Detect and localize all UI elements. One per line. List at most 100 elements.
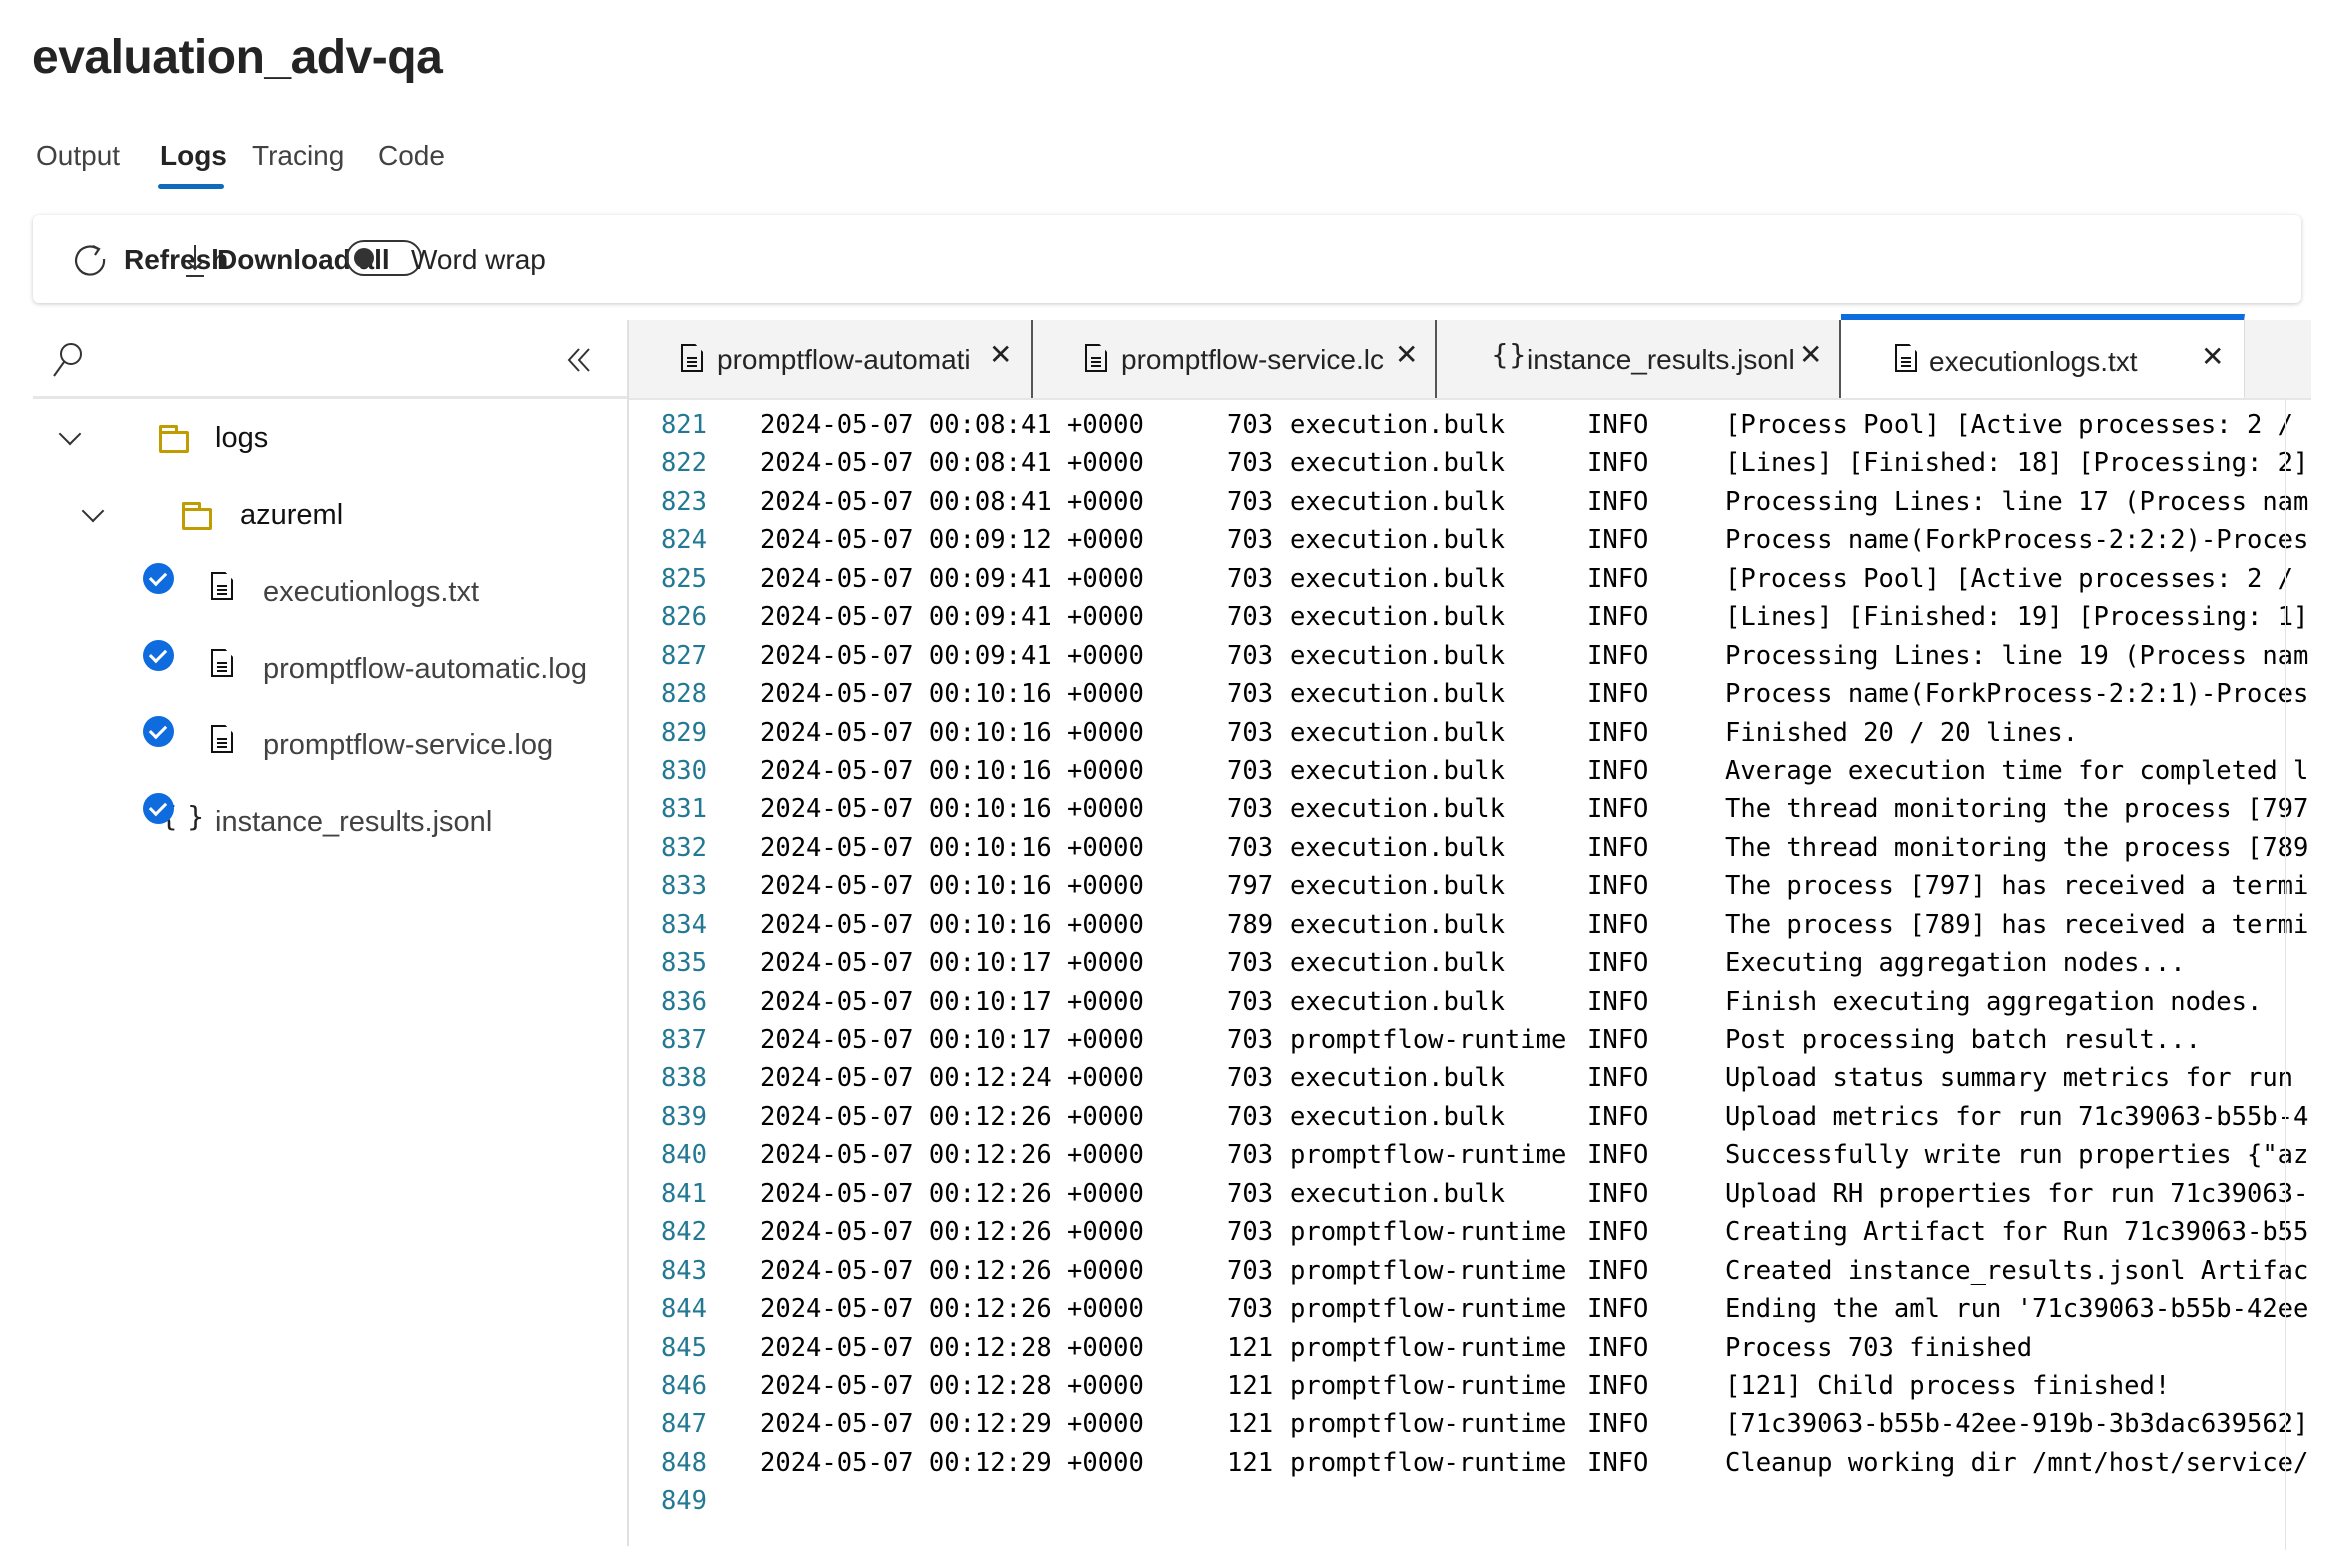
tree-label: promptflow-automatic.log <box>263 653 587 685</box>
checkbox-checked-icon[interactable] <box>143 640 174 671</box>
log-line: 836 2024-05-07 00:10:17 +0000 703 execution… <box>629 983 2313 1021</box>
log-level: INFO <box>1587 410 1649 440</box>
line-number: 828 <box>660 679 707 710</box>
log-line: 823 2024-05-07 00:08:41 +0000 703 execution… <box>629 483 2313 521</box>
line-number: 834 <box>660 909 707 940</box>
log-logger: promptflow-runtime <box>1290 1332 1567 1363</box>
log-pid: 703 <box>1227 755 1274 786</box>
log-level: INFO <box>1587 909 1649 940</box>
log-logger: execution.bulk <box>1290 948 1505 979</box>
log-logger: execution.bulk <box>1290 448 1505 479</box>
log-logger: promptflow-runtime <box>1290 1409 1567 1440</box>
log-message: [Process Pool] [Active processes: 2 / <box>1725 410 2294 440</box>
log-logger: execution.bulk <box>1290 563 1505 594</box>
editor-tab-promptflow-automatic[interactable]: promptflow-automati ✕ <box>629 320 1033 398</box>
log-logger: execution.bulk <box>1290 832 1505 863</box>
log-line: 832 2024-05-07 00:10:16 +0000 703 execution… <box>629 829 2313 867</box>
log-logger: execution.bulk <box>1290 1063 1505 1094</box>
log-pid: 121 <box>1227 1409 1274 1440</box>
log-timestamp: 2024-05-07 00:10:16 +0000 <box>760 679 1144 710</box>
line-number: 826 <box>660 602 707 633</box>
close-icon[interactable]: ✕ <box>1395 338 1418 371</box>
log-pid: 703 <box>1227 448 1274 479</box>
log-message: Upload metrics for run 71c39063-b55b-4 <box>1725 1101 2309 1132</box>
line-number: 831 <box>660 794 707 825</box>
log-logger: execution.bulk <box>1290 755 1505 786</box>
editor-tab-promptflow-service[interactable]: promptflow-service.lc ✕ <box>1033 320 1437 398</box>
log-pid: 703 <box>1227 525 1274 556</box>
log-message: Average execution time for completed l <box>1725 755 2309 786</box>
log-logger: execution.bulk <box>1290 640 1505 671</box>
log-logger: promptflow-runtime <box>1290 1140 1567 1171</box>
editor-tab-bar: promptflow-automati ✕ promptflow-service… <box>629 314 2311 400</box>
chevron-down-icon[interactable] <box>58 422 82 446</box>
log-level: INFO <box>1587 832 1649 863</box>
log-timestamp: 2024-05-07 00:10:16 +0000 <box>760 717 1144 748</box>
refresh-label: Refresh <box>124 244 229 275</box>
line-number: 827 <box>660 640 707 671</box>
tab-tracing[interactable]: Tracing <box>252 140 344 172</box>
log-message: Upload status summary metrics for run <box>1725 1063 2294 1094</box>
log-viewer[interactable]: 821 2024-05-07 00:08:41 +0000 703 execution… <box>629 398 2313 1550</box>
log-line: 845 2024-05-07 00:12:28 +0000 121 promptflo… <box>629 1329 2313 1367</box>
log-logger: execution.bulk <box>1290 1101 1505 1132</box>
line-number: 833 <box>660 871 707 902</box>
log-line: 822 2024-05-07 00:08:41 +0000 703 execution… <box>629 444 2313 482</box>
close-icon[interactable]: ✕ <box>1799 338 1822 371</box>
log-message: Process 703 finished <box>1725 1332 2033 1363</box>
log-logger: execution.bulk <box>1290 717 1505 748</box>
log-message: The thread monitoring the process [797 <box>1725 794 2309 825</box>
log-line: 829 2024-05-07 00:10:16 +0000 703 execution… <box>629 714 2313 752</box>
file-icon <box>211 725 233 753</box>
log-line: 838 2024-05-07 00:12:24 +0000 703 execution… <box>629 1059 2313 1097</box>
log-pid: 703 <box>1227 563 1274 594</box>
log-message: Executing aggregation nodes... <box>1725 948 2186 979</box>
close-icon[interactable]: ✕ <box>989 338 1012 371</box>
log-message: The process [789] has received a termi <box>1725 909 2309 940</box>
tab-code[interactable]: Code <box>378 140 445 172</box>
log-timestamp: 2024-05-07 00:08:41 +0000 <box>760 410 1144 440</box>
log-timestamp: 2024-05-07 00:10:17 +0000 <box>760 986 1144 1017</box>
editor-tab-executionlogs[interactable]: executionlogs.txt ✕ <box>1841 314 2245 398</box>
line-number: 841 <box>660 1178 707 1209</box>
checkbox-checked-icon[interactable] <box>143 716 174 747</box>
editor-tab-label: promptflow-automati <box>717 344 971 375</box>
close-icon[interactable]: ✕ <box>2201 340 2224 373</box>
file-icon <box>211 649 233 677</box>
chevron-down-icon[interactable] <box>81 499 105 523</box>
log-pid: 703 <box>1227 717 1274 748</box>
editor-tab-instance-results[interactable]: {} instance_results.jsonl ✕ <box>1437 320 1841 398</box>
log-timestamp: 2024-05-07 00:12:28 +0000 <box>760 1332 1144 1363</box>
page-title: evaluation_adv-qa <box>32 31 443 84</box>
search-icon[interactable] <box>50 340 86 378</box>
log-timestamp: 2024-05-07 00:08:41 +0000 <box>760 448 1144 479</box>
log-message: Ending the aml run '71c39063-b55b-42ee <box>1725 1294 2309 1325</box>
log-level: INFO <box>1587 1371 1649 1401</box>
log-timestamp: 2024-05-07 00:12:29 +0000 <box>760 1447 1144 1478</box>
log-timestamp: 2024-05-07 00:12:29 +0000 <box>760 1409 1144 1440</box>
log-level: INFO <box>1587 1217 1649 1248</box>
file-icon <box>1895 344 1917 372</box>
log-timestamp: 2024-05-07 00:12:26 +0000 <box>760 1178 1144 1209</box>
toggle-knob <box>354 248 374 268</box>
log-timestamp: 2024-05-07 00:12:26 +0000 <box>760 1140 1144 1171</box>
log-line: 830 2024-05-07 00:10:16 +0000 703 execution… <box>629 752 2313 790</box>
log-level: INFO <box>1587 755 1649 786</box>
log-message: Cleanup working dir /mnt/host/service/ <box>1725 1447 2309 1478</box>
checkbox-checked-icon[interactable] <box>143 563 174 594</box>
log-line: 828 2024-05-07 00:10:16 +0000 703 execution… <box>629 675 2313 713</box>
editor-tab-label: executionlogs.txt <box>1929 346 2138 377</box>
log-level: INFO <box>1587 1101 1649 1132</box>
line-number: 844 <box>660 1294 707 1325</box>
checkbox-checked-icon[interactable] <box>143 793 174 824</box>
log-level: INFO <box>1587 871 1649 902</box>
log-line: 824 2024-05-07 00:09:12 +0000 703 execution… <box>629 521 2313 559</box>
log-line: 833 2024-05-07 00:10:16 +0000 797 execution… <box>629 867 2313 905</box>
folder-icon <box>182 502 212 530</box>
tab-output[interactable]: Output <box>36 140 120 172</box>
collapse-panel-icon[interactable] <box>565 347 595 373</box>
log-message: [Process Pool] [Active processes: 2 / <box>1725 563 2294 594</box>
log-line: 826 2024-05-07 00:09:41 +0000 703 execution… <box>629 598 2313 636</box>
line-number: 837 <box>660 1025 707 1056</box>
tab-logs[interactable]: Logs <box>160 140 227 172</box>
